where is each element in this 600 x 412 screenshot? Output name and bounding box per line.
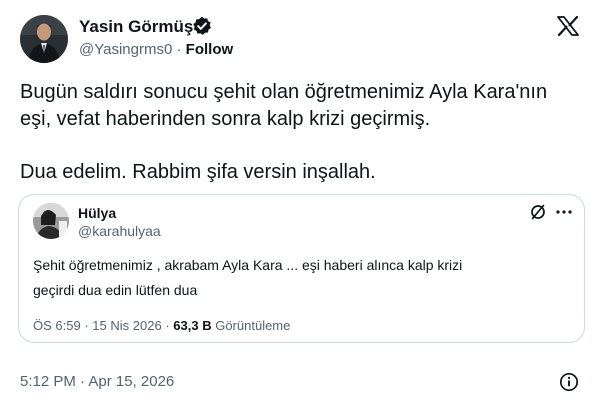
tweet-text-line: Dua edelim. Rabbim şifa versin inşallah. (20, 161, 376, 183)
separator-dot: · (165, 318, 170, 333)
x-logo-icon[interactable] (557, 15, 579, 37)
no-entry-icon[interactable] (529, 203, 547, 221)
verified-badge-icon (192, 16, 212, 36)
quoted-meta: ÖS 6:59 · 15 Nis 2026 · 63,3 B Görüntüle… (33, 317, 290, 335)
quoted-time[interactable]: ÖS 6:59 (33, 318, 81, 333)
quoted-author-handle[interactable]: @karahulyaa (78, 222, 161, 240)
quoted-author-name[interactable]: Hülya (78, 204, 116, 222)
separator-dot: · (84, 318, 89, 333)
quoted-date[interactable]: 15 Nis 2026 (92, 318, 161, 333)
separator-dot: · (176, 41, 182, 58)
author-avatar[interactable] (20, 15, 68, 63)
author-handle-line: @Yasingrms0 · Follow (79, 40, 233, 60)
quoted-views-label: Görüntüleme (215, 318, 291, 333)
tweet-text-line: Bugün saldırı sonucu şehit olan öğretmen… (20, 81, 548, 103)
quoted-text-line: geçirdi dua edin lütfen dua (33, 282, 198, 298)
quoted-author-avatar[interactable] (33, 203, 69, 239)
info-icon[interactable] (559, 372, 579, 392)
follow-button[interactable]: Follow (186, 41, 234, 58)
author-handle[interactable]: @Yasingrms0 (79, 41, 172, 58)
quoted-views-count: 63,3 B (173, 318, 212, 333)
tweet-text-line: eşi, vefat haberinden sonra kalp krizi g… (20, 108, 431, 130)
author-name[interactable]: Yasin Görmüş (79, 16, 193, 38)
quoted-text-line: Şehit öğretmenimiz , akrabam Ayla Kara .… (33, 257, 463, 273)
post-timestamp[interactable]: 5:12 PM · Apr 15, 2026 (20, 372, 174, 392)
more-icon[interactable] (556, 205, 572, 219)
